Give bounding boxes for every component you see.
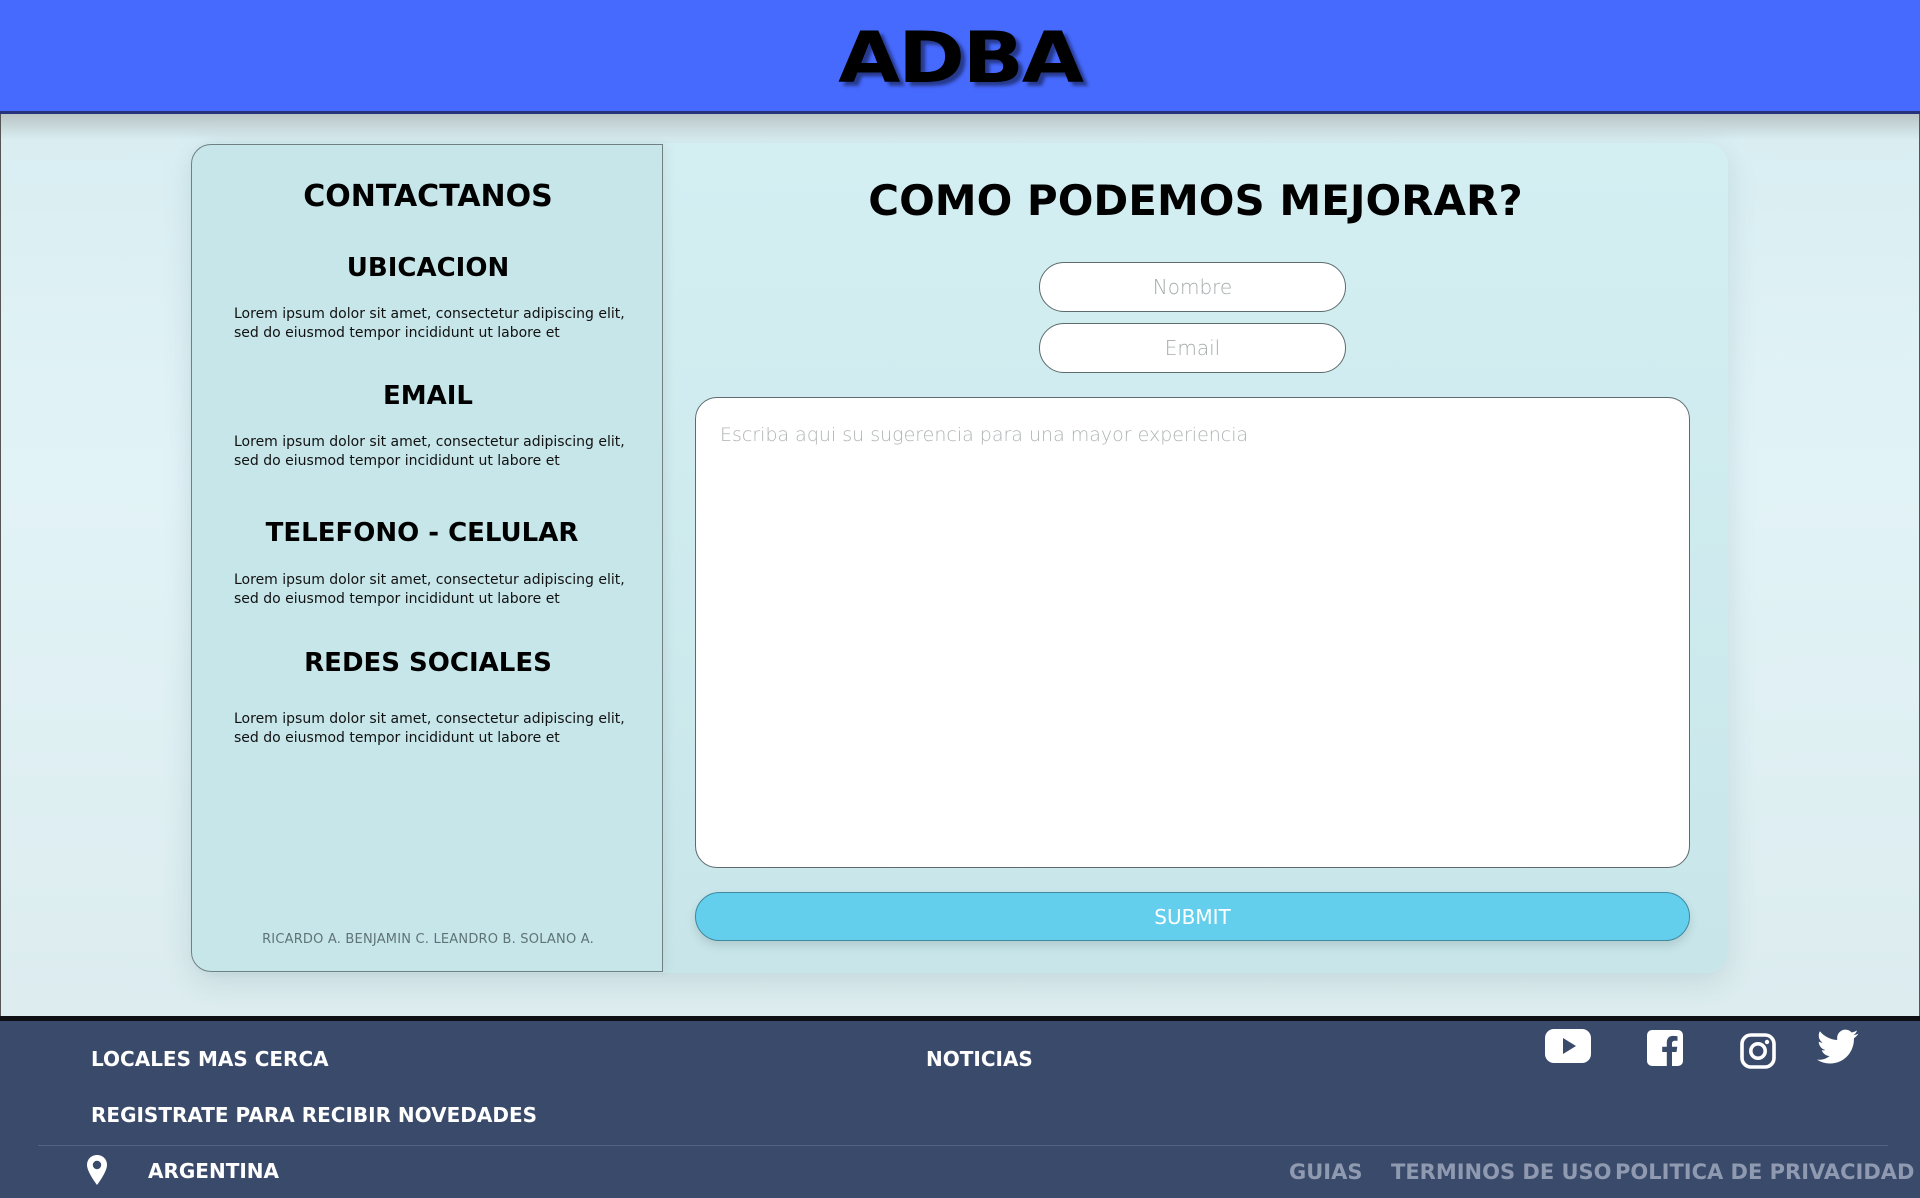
section-heading-email: EMAIL	[383, 381, 473, 411]
facebook-icon[interactable]	[1647, 1030, 1683, 1066]
site-footer: LOCALES MAS CERCA NOTICIAS REGISTRATE PA…	[0, 1016, 1920, 1198]
name-input[interactable]	[1039, 262, 1346, 312]
footer-link-guias[interactable]: GUIAS	[1289, 1160, 1362, 1184]
footer-divider	[38, 1145, 1888, 1146]
section-text-ubicacion: Lorem ipsum dolor sit amet, consectetur …	[234, 306, 625, 341]
footer-link-noticias[interactable]: NOTICIAS	[926, 1047, 1033, 1071]
submit-button[interactable]: SUBMIT	[695, 892, 1690, 941]
footer-link-terminos[interactable]: TERMINOS DE USO	[1391, 1160, 1612, 1184]
section-text-email: Lorem ipsum dolor sit amet, consectetur …	[234, 434, 625, 469]
footer-link-privacidad[interactable]: POLITICA DE PRIVACIDAD	[1615, 1160, 1914, 1184]
country-label: ARGENTINA	[148, 1159, 279, 1183]
form-title: COMO PODEMOS MEJORAR?	[868, 176, 1523, 225]
footer-link-registrate[interactable]: REGISTRATE PARA RECIBIR NOVEDADES	[91, 1103, 537, 1127]
section-heading-redes: REDES SOCIALES	[304, 648, 552, 678]
contact-panel: CONTACTANOS UBICACION Lorem ipsum dolor …	[191, 144, 663, 972]
suggestion-textarea[interactable]	[695, 397, 1690, 868]
section-heading-telefono: TELEFONO - CELULAR	[265, 518, 579, 548]
section-text-telefono: Lorem ipsum dolor sit amet, consectetur …	[234, 572, 625, 607]
location-pin-icon	[86, 1154, 108, 1190]
twitter-icon[interactable]	[1817, 1029, 1859, 1065]
footer-link-locales[interactable]: LOCALES MAS CERCA	[91, 1047, 329, 1071]
section-text-redes: Lorem ipsum dolor sit amet, consectetur …	[234, 711, 625, 746]
contact-title: CONTACTANOS	[303, 179, 553, 214]
email-input[interactable]	[1039, 323, 1346, 373]
site-header: ADBA	[0, 0, 1920, 114]
instagram-icon[interactable]	[1740, 1033, 1776, 1069]
site-logo[interactable]: ADBA	[838, 17, 1084, 99]
section-heading-ubicacion: UBICACION	[346, 253, 510, 283]
credits-text: RICARDO A. BENJAMIN C. LEANDRO B. SOLANO…	[262, 932, 594, 947]
youtube-icon[interactable]	[1545, 1029, 1591, 1063]
